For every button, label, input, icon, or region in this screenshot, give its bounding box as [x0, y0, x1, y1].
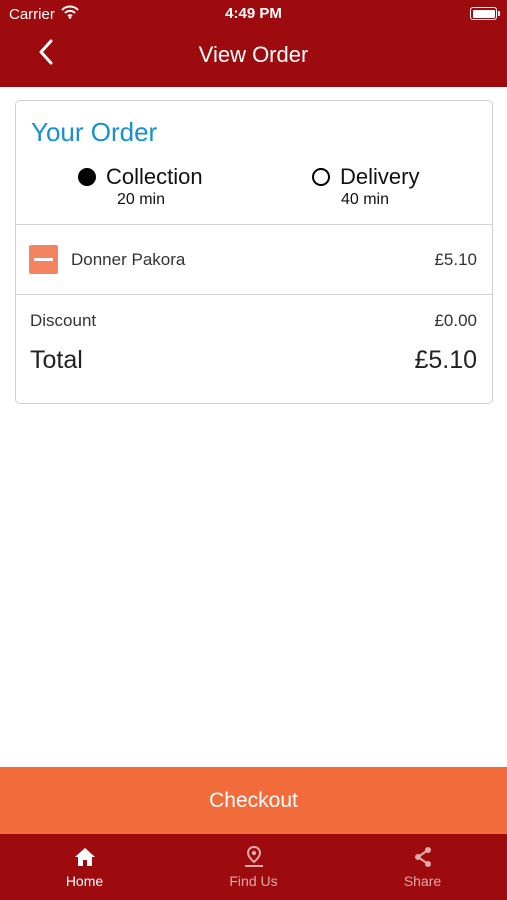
- item-name: Donner Pakora: [71, 250, 186, 269]
- discount-label: Discount: [30, 311, 97, 330]
- tab-bar: Home Find Us Share: [0, 834, 507, 900]
- home-icon: [73, 845, 97, 869]
- collection-time: 20 min: [116, 191, 166, 208]
- tab-find-us[interactable]: Find Us: [169, 834, 338, 900]
- status-time: 4:49 PM: [225, 5, 282, 22]
- location-pin-icon: [242, 845, 266, 869]
- delivery-label: Delivery: [340, 164, 420, 189]
- tab-find-us-label: Find Us: [229, 873, 278, 889]
- tab-share-label: Share: [403, 873, 442, 889]
- minus-icon: [34, 258, 53, 261]
- item-price: £5.10: [434, 250, 477, 269]
- remove-item-button[interactable]: [29, 245, 58, 274]
- tab-home[interactable]: Home: [0, 834, 169, 900]
- collection-option[interactable]: Collection: [78, 164, 203, 190]
- discount-value: £0.00: [434, 311, 477, 330]
- order-heading: Your Order: [31, 117, 158, 147]
- order-card: Your Order Collection 20 min Delivery 40…: [15, 100, 493, 404]
- collection-radio[interactable]: [78, 168, 96, 186]
- delivery-radio[interactable]: [312, 168, 330, 186]
- delivery-option[interactable]: Delivery: [312, 164, 419, 190]
- checkout-button[interactable]: Checkout: [0, 767, 507, 834]
- collection-label: Collection: [106, 164, 203, 189]
- tab-home-label: Home: [65, 873, 104, 889]
- tab-share[interactable]: Share: [338, 834, 507, 900]
- share-icon: [411, 845, 435, 869]
- status-bar: Carrier 4:49 PM: [0, 0, 507, 28]
- top-bar: Carrier 4:49 PM View Order: [0, 0, 507, 87]
- battery-icon: [470, 7, 500, 20]
- divider: [16, 294, 492, 295]
- page-title: View Order: [198, 42, 309, 67]
- order-item-row: Donner Pakora £5.10: [16, 225, 492, 295]
- total-value: £5.10: [414, 346, 477, 374]
- total-label: Total: [30, 346, 83, 374]
- delivery-time: 40 min: [340, 191, 390, 208]
